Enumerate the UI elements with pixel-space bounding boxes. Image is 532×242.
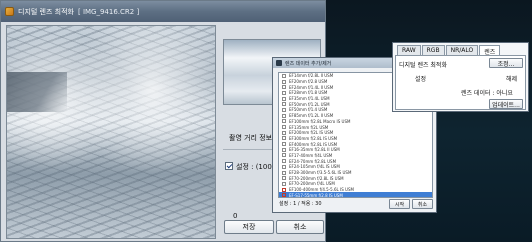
lens-data-status: 렌즈 데이터 : 아니요 [461, 90, 513, 97]
setting-label: 설정 [415, 76, 427, 83]
lens-item-name: EF50mm f/1.2L USM [289, 101, 330, 107]
lens-item-checkbox[interactable] [282, 136, 286, 141]
distance-info-label: 촬영 거리 정보 [229, 134, 273, 142]
lens-item-name: EF85mm f/1.2L II USM [289, 113, 334, 119]
lens-item-checkbox[interactable] [282, 181, 286, 186]
lens-item-name: EF300mm f/2.8L IS USM [289, 135, 338, 141]
lens-item-name: EF50mm f/1.4 USM [289, 107, 328, 113]
lens-dialog-title: 렌즈 데이터 추가/제거 [285, 60, 332, 67]
lens-count-label: 설정 : 1 / 적용 : 30 [279, 201, 322, 207]
lens-item-checkbox[interactable] [282, 90, 286, 95]
save-button[interactable]: 저장 [224, 220, 274, 234]
lens-item-name: EF24-70mm f/2.8L USM [289, 158, 337, 164]
lens-item-name: EF14mm f/2.8L II USM [289, 73, 334, 79]
tab-2[interactable]: NR/ALO [445, 45, 479, 55]
lens-item-name: EF35mm f/1.4L USM [289, 96, 330, 102]
distance-checkbox-label: 설정 : (100) [236, 163, 275, 171]
lens-item-name: EF24-105mm f/4L IS USM [289, 164, 340, 170]
lens-item-checkbox[interactable] [282, 159, 286, 164]
lens-item-checkbox[interactable] [282, 164, 286, 169]
lens-item-checkbox[interactable] [282, 119, 286, 124]
lens-item-name: EF400mm f/2.8L IS USM [289, 141, 338, 147]
lens-item-checkbox[interactable] [282, 113, 286, 118]
lens-item-name: EF70-200mm f/4L USM [289, 181, 335, 187]
preview-image [6, 25, 216, 239]
distance-checkbox[interactable] [225, 162, 233, 170]
tool-palette: RAW RGB NR/ALO 렌즈 디지털 렌즈 최적화 조정... 설정 해제 렌즈… [392, 42, 529, 112]
lens-item-checkbox[interactable] [282, 107, 286, 112]
lens-item-checkbox[interactable] [282, 142, 286, 147]
lens-item-checkbox[interactable] [282, 130, 286, 135]
distance-value: 0 [233, 212, 238, 220]
lens-item-name: EF28mm f/1.8 USM [289, 90, 328, 96]
lens-item-name: EF100-400mm f/4.5-5.6L IS USM [289, 187, 354, 193]
setting-value: 해제 [506, 76, 518, 83]
lens-icon [276, 60, 282, 66]
lens-item-name: EF100mm f/2.8L Macro IS USM [289, 118, 351, 124]
lens-item-name: EF-S17-55mm f/2.8 IS USM [289, 192, 343, 198]
lens-item-name: EF16-35mm f/2.8L II USM [289, 147, 340, 153]
update-button[interactable]: 업데이트... [489, 99, 523, 109]
lens-item-checkbox[interactable] [282, 187, 286, 192]
lens-item-checkbox[interactable] [282, 73, 286, 78]
lens-item-name: EF70-200mm f/2.8L IS USM [289, 175, 344, 181]
lens-item-name: EF20mm f/2.8 USM [289, 79, 328, 85]
tab-1[interactable]: RGB [421, 45, 445, 55]
lens-item-checkbox[interactable] [282, 176, 286, 181]
lens-item-checkbox[interactable] [282, 147, 286, 152]
lens-item-checkbox[interactable] [282, 125, 286, 130]
title-bar[interactable]: 디지털 렌즈 최적화 [ IMG_9416.CR2 ] [1, 1, 325, 22]
lens-item-checkbox[interactable] [282, 85, 286, 90]
lens-item-name: EF17-40mm f/4L USM [289, 152, 333, 158]
file-name: [ IMG_9416.CR2 ] [77, 7, 140, 16]
tab-0[interactable]: RAW [397, 45, 421, 55]
lens-optimizer-label: 디지털 렌즈 최적화 [399, 62, 447, 69]
lens-item-name: EF28-300mm f/3.5-5.6L IS USM [289, 170, 352, 176]
lens-item-checkbox[interactable] [282, 79, 286, 84]
start-button[interactable]: 시작 [389, 199, 410, 209]
lens-item-checkbox[interactable] [282, 96, 286, 101]
window-title: 디지털 렌즈 최적화 [18, 7, 74, 16]
lens-item-name: EF200mm f/2L IS USM [289, 130, 334, 136]
adjust-button[interactable]: 조정... [489, 58, 523, 68]
cancel-button[interactable]: 취소 [276, 220, 324, 234]
lens-cancel-button[interactable]: 취소 [412, 199, 433, 209]
app-icon [5, 7, 14, 16]
lens-item-checkbox[interactable] [282, 193, 286, 197]
lens-item-checkbox[interactable] [282, 153, 286, 158]
rock-shadow [7, 72, 67, 112]
lens-item-name: EF135mm f/2L USM [289, 124, 329, 130]
lens-item-name: EF24mm f/1.4L II USM [289, 84, 334, 90]
lens-item-checkbox[interactable] [282, 102, 286, 107]
lens-item-checkbox[interactable] [282, 170, 286, 175]
